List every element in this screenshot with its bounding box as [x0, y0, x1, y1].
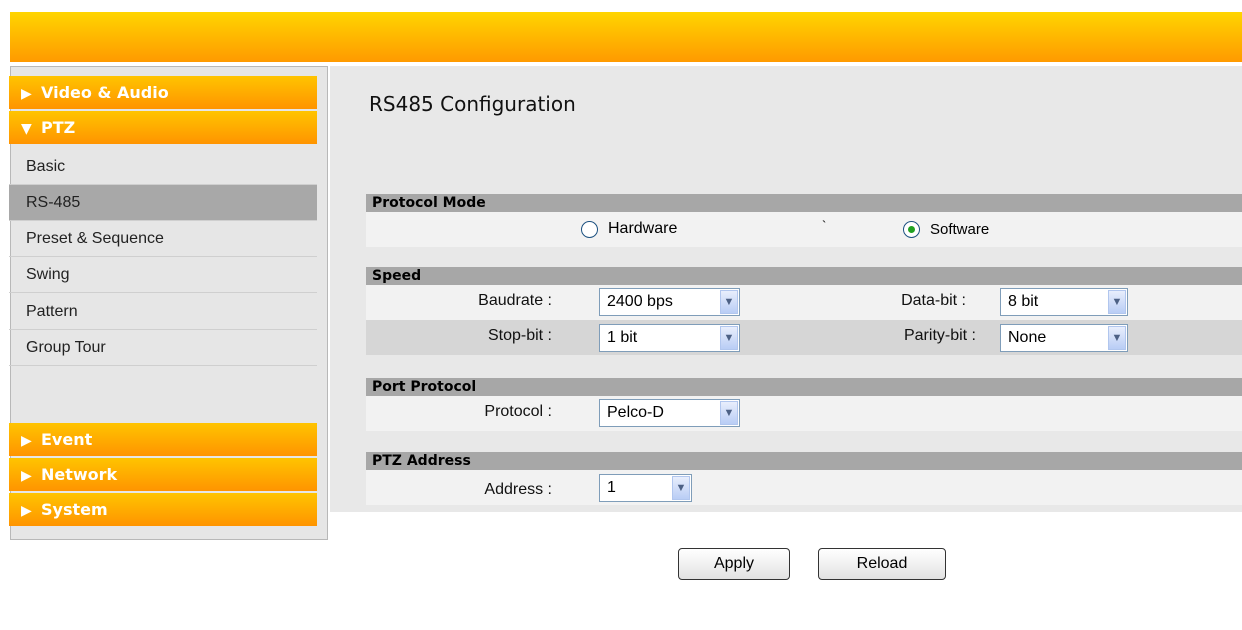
page-title: RS485 Configuration: [369, 92, 576, 116]
baudrate-label: Baudrate :: [478, 292, 552, 309]
address-select[interactable]: 1 ▼: [599, 474, 692, 502]
stray-mark: `: [822, 218, 827, 233]
address-value: 1: [607, 479, 616, 496]
paritybit-label: Parity-bit :: [903, 327, 976, 344]
software-label: Software: [930, 221, 990, 238]
section-header-speed: Speed: [366, 267, 1242, 285]
paritybit-value: None: [1008, 329, 1047, 346]
sidebar-category-label: Event: [41, 430, 93, 449]
triangle-right-icon: ▶: [21, 503, 32, 519]
protocol-value: Pelco-D: [607, 404, 664, 421]
stopbit-label: Stop-bit :: [487, 327, 552, 344]
sidebar-category-ptz[interactable]: ▼ PTZ: [9, 111, 317, 144]
paritybit-select[interactable]: None ▼: [1000, 324, 1128, 352]
baudrate-select[interactable]: 2400 bps ▼: [599, 288, 740, 316]
sidebar-item-swing[interactable]: Swing: [9, 257, 317, 293]
chevron-down-icon: ▼: [1108, 326, 1126, 350]
sidebar-item-pattern[interactable]: Pattern: [9, 294, 317, 330]
chevron-down-icon: ▼: [720, 401, 738, 425]
stopbit-select[interactable]: 1 bit ▼: [599, 324, 740, 352]
chevron-down-icon: ▼: [1108, 290, 1126, 314]
protocol-mode-row: [366, 212, 1242, 247]
baudrate-value: 2400 bps: [607, 293, 673, 310]
section-header-protocol-mode: Protocol Mode: [366, 194, 1242, 212]
reload-button[interactable]: Reload: [818, 548, 946, 580]
hardware-radio[interactable]: [581, 221, 598, 238]
triangle-right-icon: ▶: [21, 86, 32, 102]
hardware-label: Hardware: [608, 220, 678, 237]
sidebar-category-label: Network: [41, 465, 118, 484]
section-header-port-protocol: Port Protocol: [366, 378, 1242, 396]
sidebar-category-label: PTZ: [41, 118, 76, 137]
sidebar-category-system[interactable]: ▶ System: [9, 493, 317, 526]
databit-label: Data-bit :: [901, 292, 966, 309]
sidebar-category-label: Video & Audio: [41, 83, 169, 102]
triangle-right-icon: ▶: [21, 468, 32, 484]
protocol-label: Protocol :: [484, 403, 552, 420]
triangle-down-icon: ▼: [21, 121, 32, 137]
sidebar-item-preset-sequence[interactable]: Preset & Sequence: [9, 221, 317, 257]
top-banner: [10, 12, 1242, 62]
chevron-down-icon: ▼: [720, 290, 738, 314]
databit-select[interactable]: 8 bit ▼: [1000, 288, 1128, 316]
chevron-down-icon: ▼: [672, 476, 690, 500]
address-label: Address :: [484, 481, 552, 498]
sidebar-category-network[interactable]: ▶ Network: [9, 458, 317, 491]
triangle-right-icon: ▶: [21, 433, 32, 449]
databit-value: 8 bit: [1008, 293, 1039, 310]
sidebar-category-event[interactable]: ▶ Event: [9, 423, 317, 456]
protocol-select[interactable]: Pelco-D ▼: [599, 399, 740, 427]
sidebar-item-rs485[interactable]: RS-485: [9, 185, 317, 221]
apply-button[interactable]: Apply: [678, 548, 790, 580]
sidebar-item-basic[interactable]: Basic: [9, 149, 317, 185]
sidebar-category-label: System: [41, 500, 108, 519]
sidebar-item-group-tour[interactable]: Group Tour: [9, 330, 317, 366]
software-radio[interactable]: [903, 221, 920, 238]
chevron-down-icon: ▼: [720, 326, 738, 350]
sidebar-category-video-audio[interactable]: ▶ Video & Audio: [9, 76, 317, 109]
section-header-ptz-address: PTZ Address: [366, 452, 1242, 470]
stopbit-value: 1 bit: [607, 329, 638, 346]
